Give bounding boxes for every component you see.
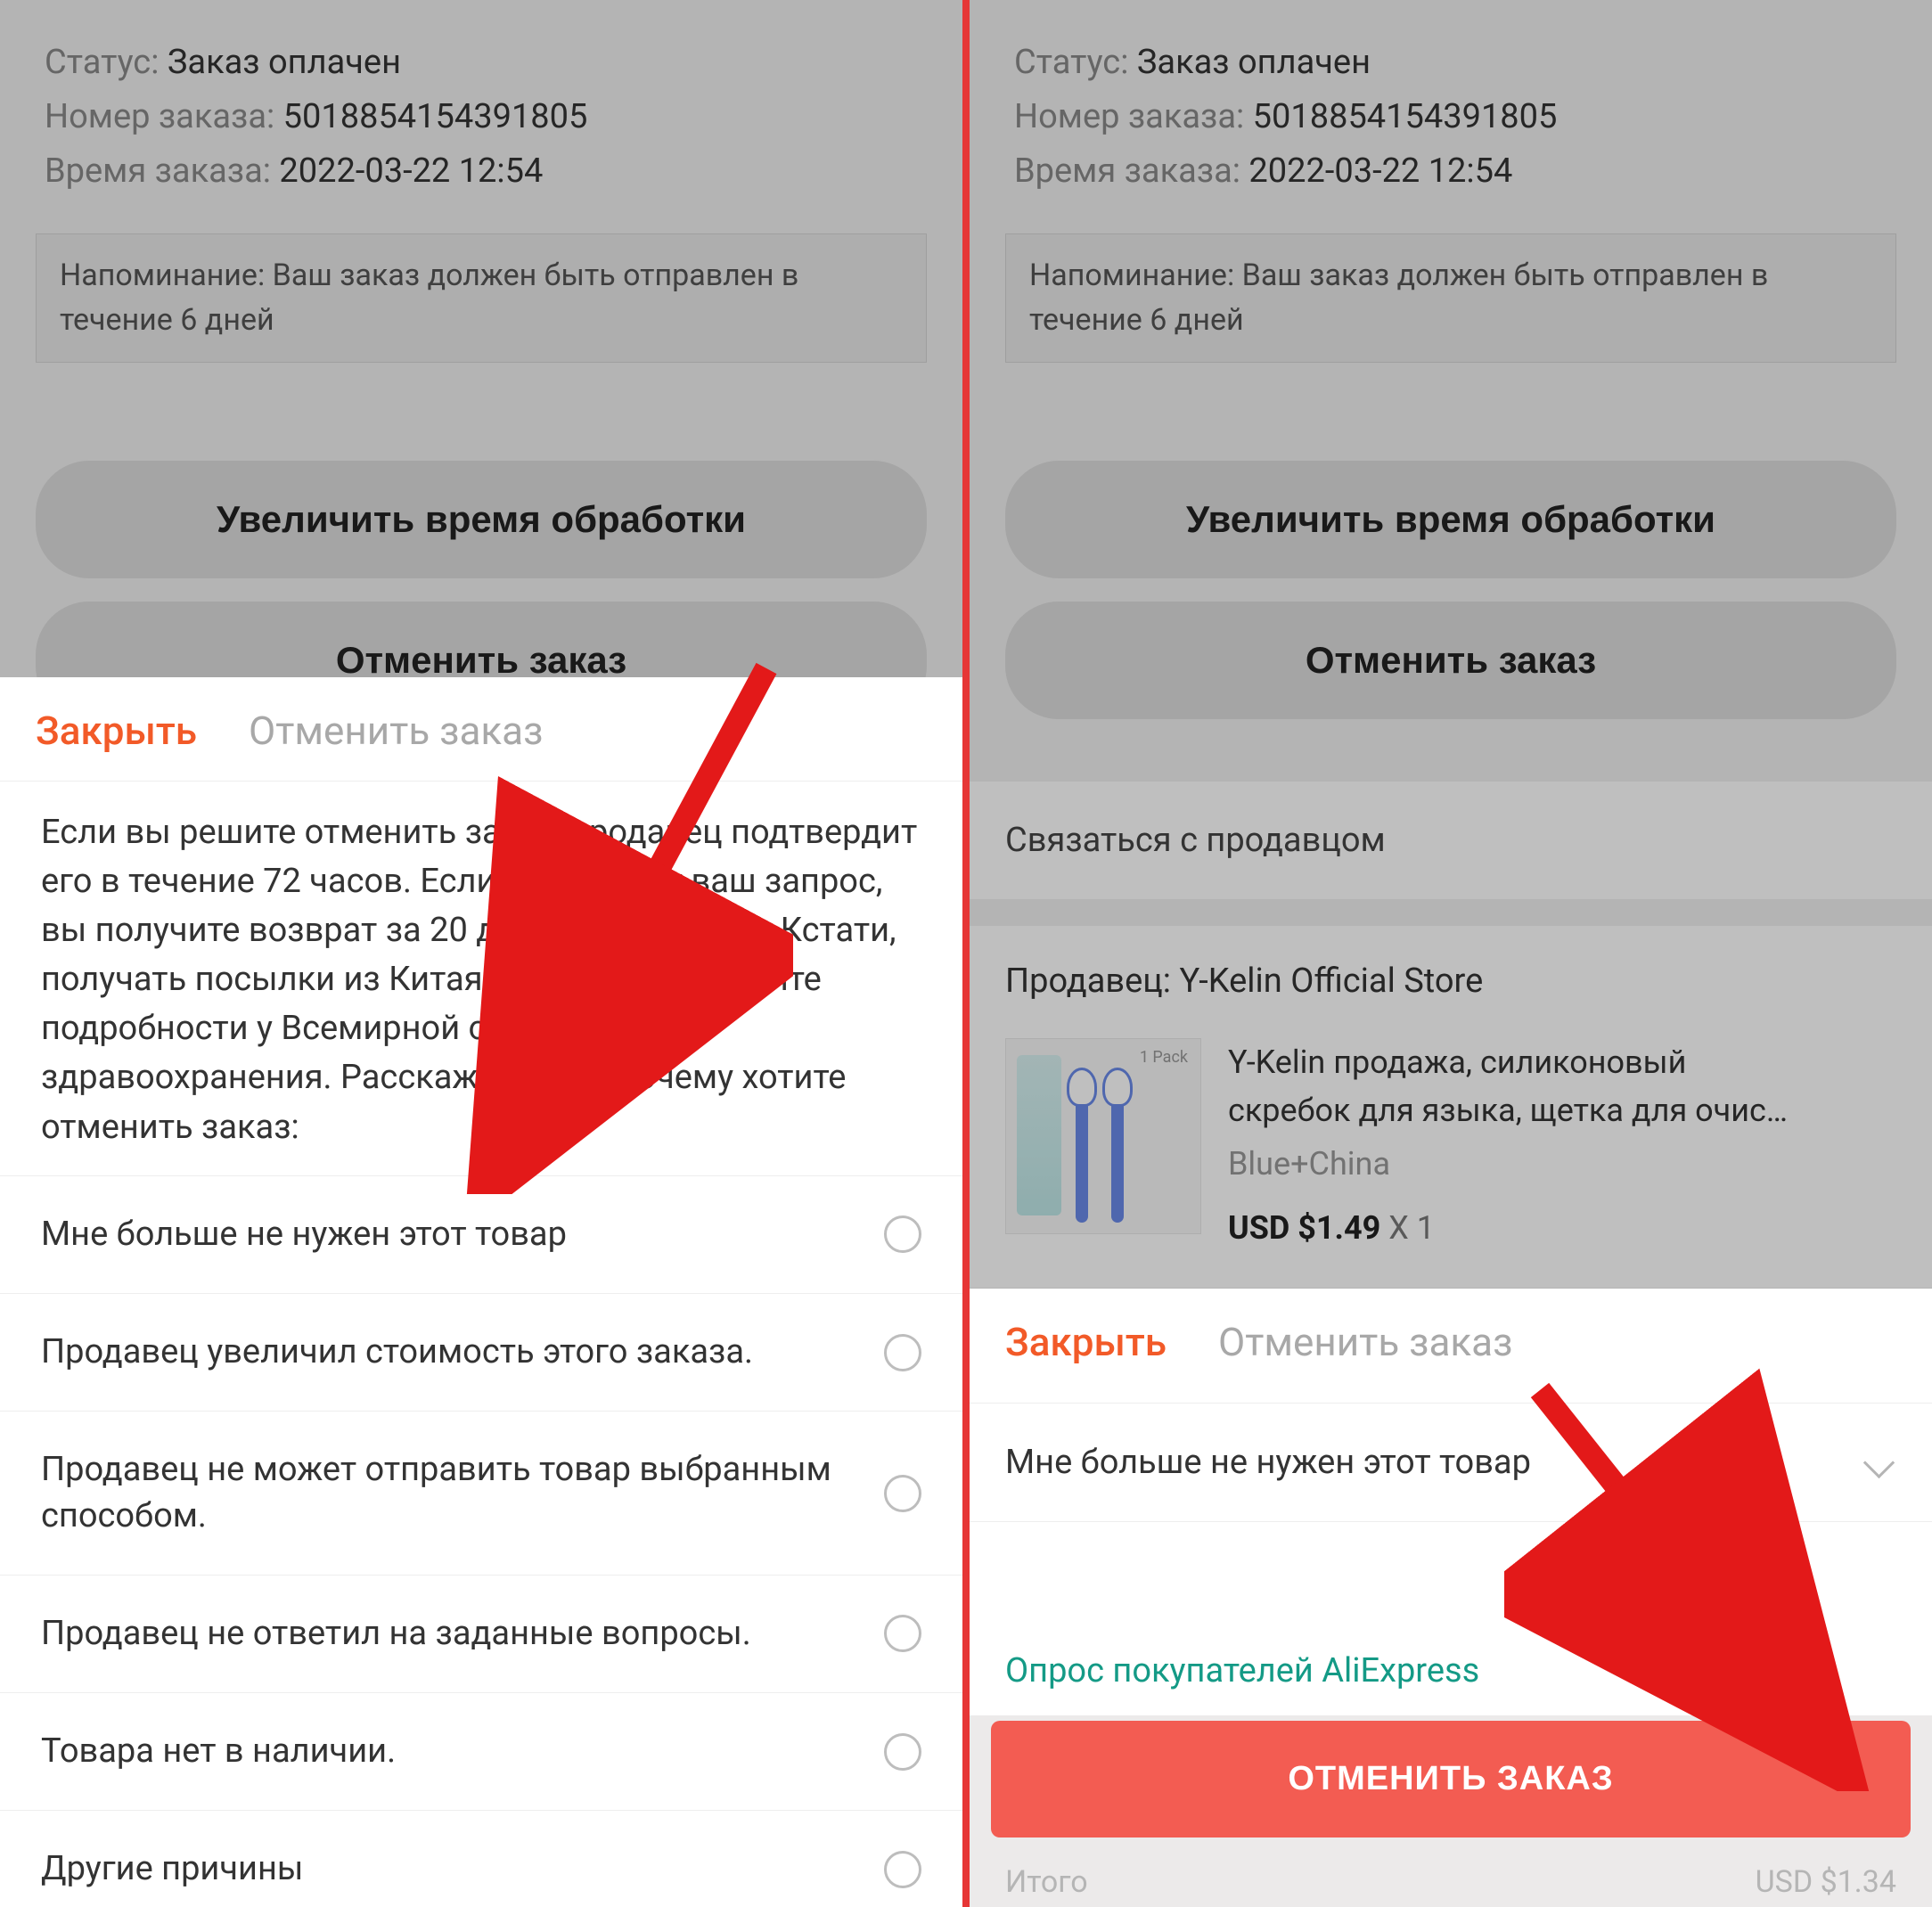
action-buttons: Увеличить время обработки Отменить заказ [970,389,1932,760]
order-number-value: 5018854154391805 [1253,97,1558,136]
status-value: Заказ оплачен [1137,43,1371,82]
reason-option-4[interactable]: Продавец не ответил на заданные вопросы. [0,1576,962,1693]
extend-processing-button[interactable]: Увеличить время обработки [36,461,927,578]
extend-processing-button[interactable]: Увеличить время обработки [1005,461,1896,578]
right-screenshot: Статус: Заказ оплачен Номер заказа: 5018… [970,0,1932,1907]
reason-option-1[interactable]: Мне больше не нужен этот товар [0,1176,962,1294]
reason-label: Продавец не ответил на заданные вопросы. [41,1611,857,1657]
reason-option-2[interactable]: Продавец увеличил стоимость этого заказа… [0,1294,962,1412]
radio-icon [884,1851,921,1888]
selected-reason-text: Мне больше не нужен этот товар [1005,1443,1531,1482]
order-time-value: 2022-03-22 12:54 [1248,151,1512,191]
left-screenshot: Статус: Заказ оплачен Номер заказа: 5018… [0,0,962,1907]
sheet-title: Отменить заказ [249,708,543,754]
order-time-label: Время заказа: [45,151,271,191]
reminder-banner: Напоминание: Ваш заказ должен быть отпра… [36,233,927,363]
product-quantity: X 1 [1388,1209,1435,1247]
selected-reason-dropdown[interactable]: Мне больше не нужен этот товар [970,1403,1932,1522]
reason-label: Мне больше не нужен этот товар [41,1212,857,1257]
sheet-header: Закрыть Отменить заказ [970,1289,1932,1392]
order-number-label: Номер заказа: [1014,97,1244,136]
cancel-confirm-sheet: Закрыть Отменить заказ Мне больше не нуж… [970,1289,1932,1907]
sheet-title: Отменить заказ [1218,1319,1512,1365]
reason-label: Продавец увеличил стоимость этого заказа… [41,1330,857,1375]
radio-icon [884,1215,921,1253]
status-value: Заказ оплачен [168,43,401,82]
order-info-block: Статус: Заказ оплачен Номер заказа: 5018… [0,0,962,225]
sheet-header: Закрыть Отменить заказ [0,677,962,782]
order-time-label: Время заказа: [1014,151,1240,191]
reason-option-6[interactable]: Другие причины [0,1811,962,1907]
reminder-banner: Напоминание: Ваш заказ должен быть отпра… [1005,233,1896,363]
status-label: Статус: [45,43,159,82]
pack-label: 1 Pack [1140,1048,1188,1067]
product-price: USD $1.49 X 1 [1228,1204,1896,1252]
reason-label: Другие причины [41,1846,857,1892]
product-info: Y-Kelin продажа, силиконовый скребок для… [1228,1038,1896,1252]
reason-label: Продавец не может отправить товар выбран… [41,1447,857,1539]
status-label: Статус: [1014,43,1128,82]
seller-row[interactable]: Продавец: Y-Kelin Official Store [970,926,1932,1024]
order-number-label: Номер заказа: [45,97,274,136]
radio-icon [884,1615,921,1652]
hidden-total-strip-2: Итого USD $1.34 [970,1861,1932,1907]
survey-link[interactable]: Опрос покупателей AliExpress [970,1603,1932,1721]
screenshot-divider [962,0,970,1907]
sheet-description: Если вы решите отменить заказ, продавец … [0,782,962,1176]
radio-icon [884,1733,921,1771]
product-title-line1: Y-Kelin продажа, силиконовый [1228,1038,1896,1086]
cancel-order-button[interactable]: Отменить заказ [1005,602,1896,719]
sheet-close-button[interactable]: Закрыть [1005,1319,1167,1365]
sheet-close-button[interactable]: Закрыть [36,708,197,754]
contact-seller-row[interactable]: Связаться с продавцом [970,782,1932,899]
confirm-cancel-button[interactable]: ОТМЕНИТЬ ЗАКАЗ [991,1721,1911,1837]
radio-icon [884,1475,921,1512]
reason-option-5[interactable]: Товара нет в наличии. [0,1693,962,1811]
radio-icon [884,1334,921,1371]
seller-name: Y-Kelin Official Store [1179,962,1483,1001]
cancel-reason-sheet: Закрыть Отменить заказ Если вы решите от… [0,677,962,1907]
order-number-value: 5018854154391805 [283,97,588,136]
order-time-value: 2022-03-22 12:54 [279,151,543,191]
order-info-block: Статус: Заказ оплачен Номер заказа: 5018… [970,0,1932,225]
reason-label: Товара нет в наличии. [41,1729,857,1774]
product-title-line2: скребок для языка, щетка для очис… [1228,1086,1896,1134]
product-thumbnail: 1 Pack [1005,1038,1201,1234]
product-row[interactable]: 1 Pack Y-Kelin продажа, силиконовый скре… [970,1024,1932,1288]
product-variant: Blue+China [1228,1140,1896,1188]
seller-label: Продавец: [1005,962,1171,1001]
reason-option-3[interactable]: Продавец не может отправить товар выбран… [0,1412,962,1576]
chevron-down-icon [1864,1446,1896,1478]
